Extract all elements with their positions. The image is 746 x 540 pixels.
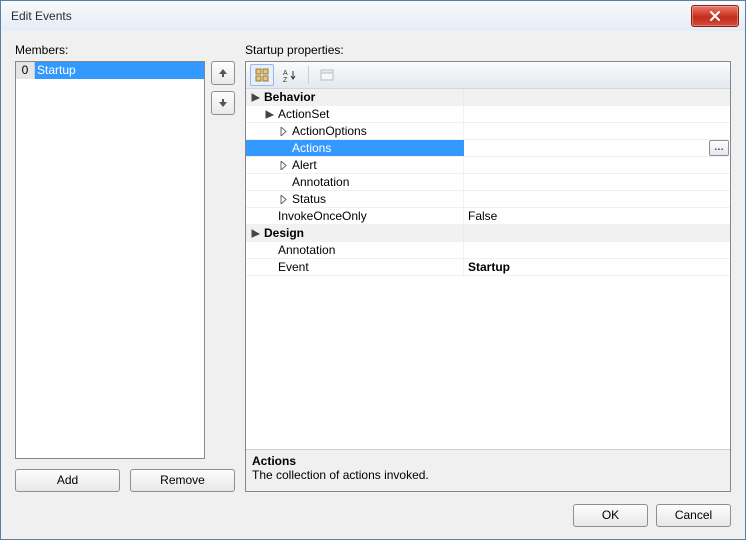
property-row-alert[interactable]: Alert [246, 157, 730, 174]
property-value[interactable] [464, 157, 730, 173]
category-row-design[interactable]: Design [246, 225, 730, 242]
ellipsis-icon: … [714, 140, 724, 156]
arrow-down-icon [218, 98, 228, 108]
collapse-icon[interactable] [250, 228, 261, 239]
property-label: ActionSet [278, 106, 329, 122]
alphabetical-button[interactable]: A Z [278, 64, 302, 86]
description-title: Actions [252, 454, 724, 468]
property-value[interactable] [464, 191, 730, 207]
property-description: Actions The collection of actions invoke… [246, 449, 730, 491]
property-value[interactable] [464, 123, 730, 139]
svg-text:Z: Z [283, 77, 288, 82]
property-value[interactable]: Startup [464, 259, 730, 275]
remove-button[interactable]: Remove [130, 469, 235, 492]
property-row-event[interactable]: Event Startup [246, 259, 730, 276]
property-pages-icon [320, 69, 334, 81]
property-row-invokeonceonly[interactable]: InvokeOnceOnly False [246, 208, 730, 225]
property-value[interactable] [464, 242, 730, 258]
category-label: Design [264, 225, 304, 241]
property-value[interactable] [464, 174, 730, 190]
property-value[interactable]: … [464, 140, 730, 156]
arrow-up-icon [218, 68, 228, 78]
close-button[interactable] [691, 5, 739, 27]
property-grid-rows[interactable]: Behavior ActionSet [246, 89, 730, 449]
member-name: Startup [35, 62, 204, 79]
property-label: Annotation [292, 174, 349, 190]
client-area: Members: 0 Startup [1, 31, 745, 539]
property-row-actionset[interactable]: ActionSet [246, 106, 730, 123]
ellipsis-button[interactable]: … [709, 140, 729, 156]
add-button[interactable]: Add [15, 469, 120, 492]
alpha-sort-icon: A Z [283, 68, 297, 82]
property-label: Alert [292, 157, 317, 173]
toolbar-separator [308, 66, 309, 84]
categorized-icon [255, 68, 269, 82]
property-pages-button[interactable] [315, 64, 339, 86]
properties-label: Startup properties: [245, 43, 731, 57]
property-value[interactable] [464, 106, 730, 122]
property-row-annotation[interactable]: Annotation [246, 242, 730, 259]
move-down-button[interactable] [211, 91, 235, 115]
expand-icon[interactable] [278, 194, 289, 205]
property-label: Event [278, 259, 309, 275]
collapse-icon[interactable] [264, 109, 275, 120]
move-up-button[interactable] [211, 61, 235, 85]
expand-icon[interactable] [278, 126, 289, 137]
description-text: The collection of actions invoked. [252, 468, 724, 482]
property-label: ActionOptions [292, 123, 367, 139]
property-label: Actions [292, 140, 331, 156]
ok-button[interactable]: OK [573, 504, 648, 527]
collapse-icon[interactable] [250, 92, 261, 103]
reorder-buttons [211, 61, 235, 459]
category-label: Behavior [264, 89, 315, 105]
svg-text:A: A [283, 70, 288, 77]
property-label: Status [292, 191, 326, 207]
dialog-buttons: OK Cancel [573, 504, 731, 527]
members-listbox[interactable]: 0 Startup [15, 61, 205, 459]
categorized-button[interactable] [250, 64, 274, 86]
property-row-status[interactable]: Status [246, 191, 730, 208]
dialog-window: Edit Events Members: 0 Startup [0, 0, 746, 540]
category-row-behavior[interactable]: Behavior [246, 89, 730, 106]
property-row-actionoptions[interactable]: ActionOptions [246, 123, 730, 140]
members-label: Members: [15, 43, 235, 57]
property-row-actions[interactable]: Actions … [246, 140, 730, 157]
property-row-annotation-child[interactable]: Annotation [246, 174, 730, 191]
property-value[interactable]: False [464, 208, 730, 224]
property-grid: A Z [245, 61, 731, 492]
cancel-button[interactable]: Cancel [656, 504, 731, 527]
members-pane: Members: 0 Startup [15, 43, 235, 492]
property-grid-toolbar: A Z [246, 62, 730, 89]
expand-icon[interactable] [278, 160, 289, 171]
window-title: Edit Events [11, 9, 691, 23]
member-index: 0 [16, 62, 35, 79]
properties-pane: Startup properties: [245, 43, 731, 492]
close-icon [709, 11, 721, 21]
property-label: InvokeOnceOnly [278, 208, 367, 224]
property-label: Annotation [278, 242, 335, 258]
member-item[interactable]: 0 Startup [16, 62, 204, 79]
titlebar: Edit Events [1, 1, 745, 32]
